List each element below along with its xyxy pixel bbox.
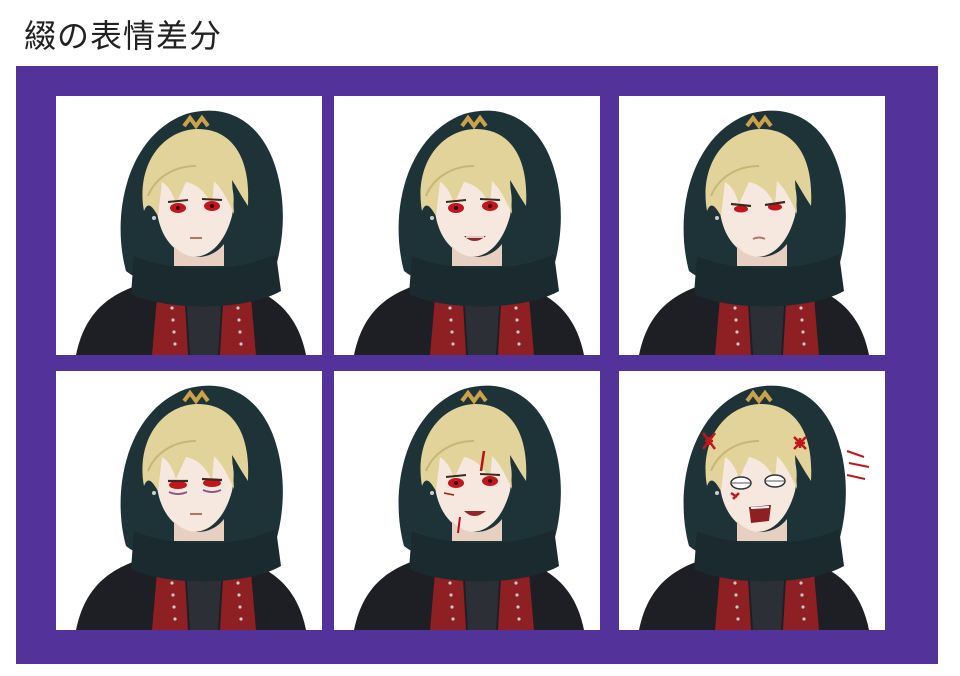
expression-panel-injured: [334, 371, 600, 630]
expression-sheet-frame: [16, 66, 938, 664]
expression-panel-tired: [56, 371, 322, 630]
character-portrait: [352, 108, 586, 355]
character-portrait: [74, 383, 308, 630]
expression-panel-angry: [619, 371, 885, 630]
character-portrait: [352, 383, 586, 630]
page-title: 綴の表情差分: [24, 17, 223, 55]
character-portrait: [637, 108, 871, 355]
character-portrait: [637, 383, 871, 630]
expression-panel-smirk: [334, 96, 600, 355]
expression-panel-displeased: [619, 96, 885, 355]
expression-panel-neutral: [56, 96, 322, 355]
character-portrait: [74, 108, 308, 355]
